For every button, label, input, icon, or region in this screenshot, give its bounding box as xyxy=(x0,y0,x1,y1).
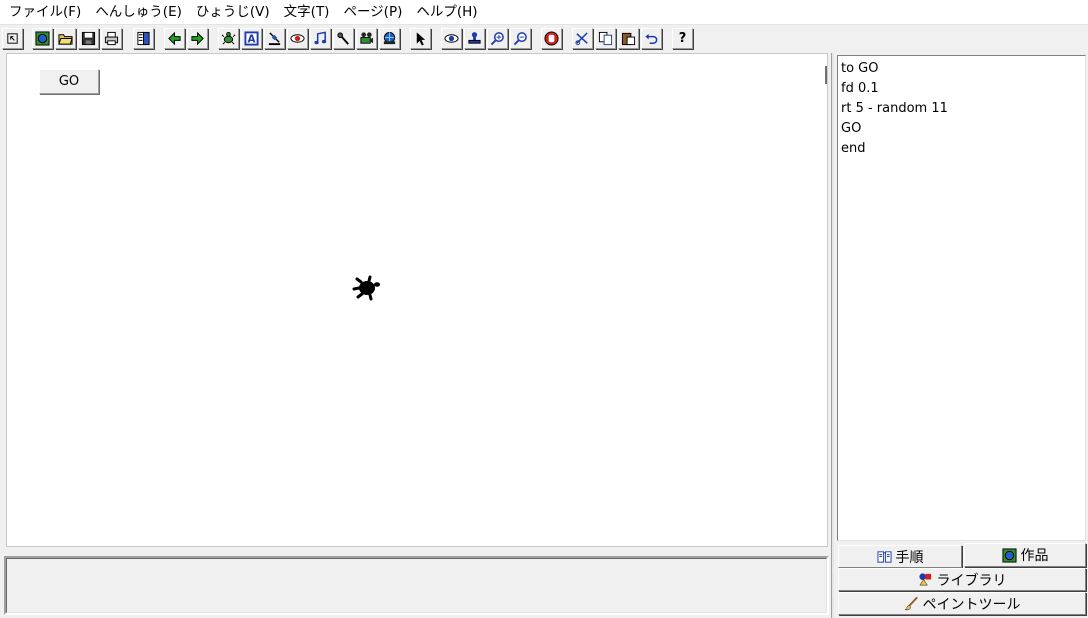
text-box-icon[interactable]: A xyxy=(241,28,262,49)
undo-icon[interactable] xyxy=(641,28,662,49)
eye-red-icon[interactable] xyxy=(287,28,308,49)
menu-help[interactable]: ヘルプ(H) xyxy=(409,0,484,25)
cut-scissors-icon[interactable] xyxy=(572,28,593,49)
menu-page[interactable]: ページ(P) xyxy=(336,0,409,25)
stage-frame: GO xyxy=(6,53,828,547)
project-icon xyxy=(1001,547,1017,563)
help-glyph: ? xyxy=(678,31,687,46)
microphone-icon[interactable] xyxy=(333,28,354,49)
arrow-right-icon[interactable] xyxy=(187,28,208,49)
tab-library[interactable]: ライブラリ xyxy=(838,568,1086,591)
arrow-left-icon[interactable] xyxy=(164,28,185,49)
tab-procedures-label: 手順 xyxy=(895,549,924,566)
eye-icon[interactable] xyxy=(441,28,462,49)
new-project-icon[interactable] xyxy=(32,28,53,49)
zoom-in-icon[interactable] xyxy=(487,28,508,49)
procedures-panel[interactable]: to GO fd 0.1 rt 5 - random 11 GO end xyxy=(837,55,1086,541)
video-camera-icon[interactable] xyxy=(356,28,377,49)
tab-procedures[interactable]: 手順 xyxy=(838,545,962,568)
procedure-line: GO xyxy=(841,121,862,136)
new-turtle-icon[interactable] xyxy=(218,28,239,49)
stamp-icon[interactable] xyxy=(464,28,485,49)
toolbar: A ? xyxy=(0,26,1088,52)
turtle-icon[interactable] xyxy=(352,273,382,303)
restore-icon[interactable] xyxy=(2,28,23,49)
tab-project-label: 作品 xyxy=(1020,548,1049,564)
print-icon[interactable] xyxy=(101,28,122,49)
tab-paint-tools[interactable]: ペイントツール xyxy=(838,592,1086,615)
menu-edit[interactable]: へんしゅう(E) xyxy=(88,0,189,25)
procedure-line: rt 5 - random 11 xyxy=(841,101,948,116)
project-stage[interactable]: GO xyxy=(16,55,812,544)
paste-icon[interactable] xyxy=(618,28,639,49)
tab-library-label: ライブラリ xyxy=(936,572,1007,589)
pointer-icon[interactable] xyxy=(410,28,431,49)
paintbrush-icon xyxy=(904,596,919,611)
procedure-line: to GO xyxy=(841,61,879,76)
save-icon[interactable] xyxy=(78,28,99,49)
go-button[interactable]: GO xyxy=(39,69,99,94)
web-globe-icon[interactable] xyxy=(379,28,400,49)
panel-splitter[interactable] xyxy=(831,53,834,618)
menu-bar: ファイル(F) へんしゅう(E) ひょうじ(V) 文字(T) ページ(P) ヘル… xyxy=(0,0,1088,25)
tab-project[interactable]: 作品 xyxy=(964,543,1086,567)
procedure-line: end xyxy=(841,141,866,156)
pages-icon[interactable] xyxy=(133,28,154,49)
music-note-icon[interactable] xyxy=(310,28,331,49)
library-shapes-icon xyxy=(918,572,933,587)
command-center[interactable] xyxy=(4,556,829,615)
book-icon xyxy=(876,549,892,564)
stop-hand-icon[interactable] xyxy=(541,28,562,49)
tab-paint-tools-label: ペイントツール xyxy=(922,596,1021,613)
slider-tool-icon[interactable] xyxy=(264,28,285,49)
copy-icon[interactable] xyxy=(595,28,616,49)
svg-text:A: A xyxy=(248,34,256,46)
command-center-inner xyxy=(6,558,827,613)
open-folder-icon[interactable] xyxy=(55,28,76,49)
menu-text[interactable]: 文字(T) xyxy=(277,0,337,25)
stage-scroll-thumb[interactable] xyxy=(825,66,827,84)
menu-view[interactable]: ひょうじ(V) xyxy=(189,0,277,25)
menu-file[interactable]: ファイル(F) xyxy=(2,0,88,25)
help-icon[interactable]: ? xyxy=(672,28,693,49)
procedure-line: fd 0.1 xyxy=(841,81,879,96)
zoom-out-icon[interactable] xyxy=(510,28,531,49)
